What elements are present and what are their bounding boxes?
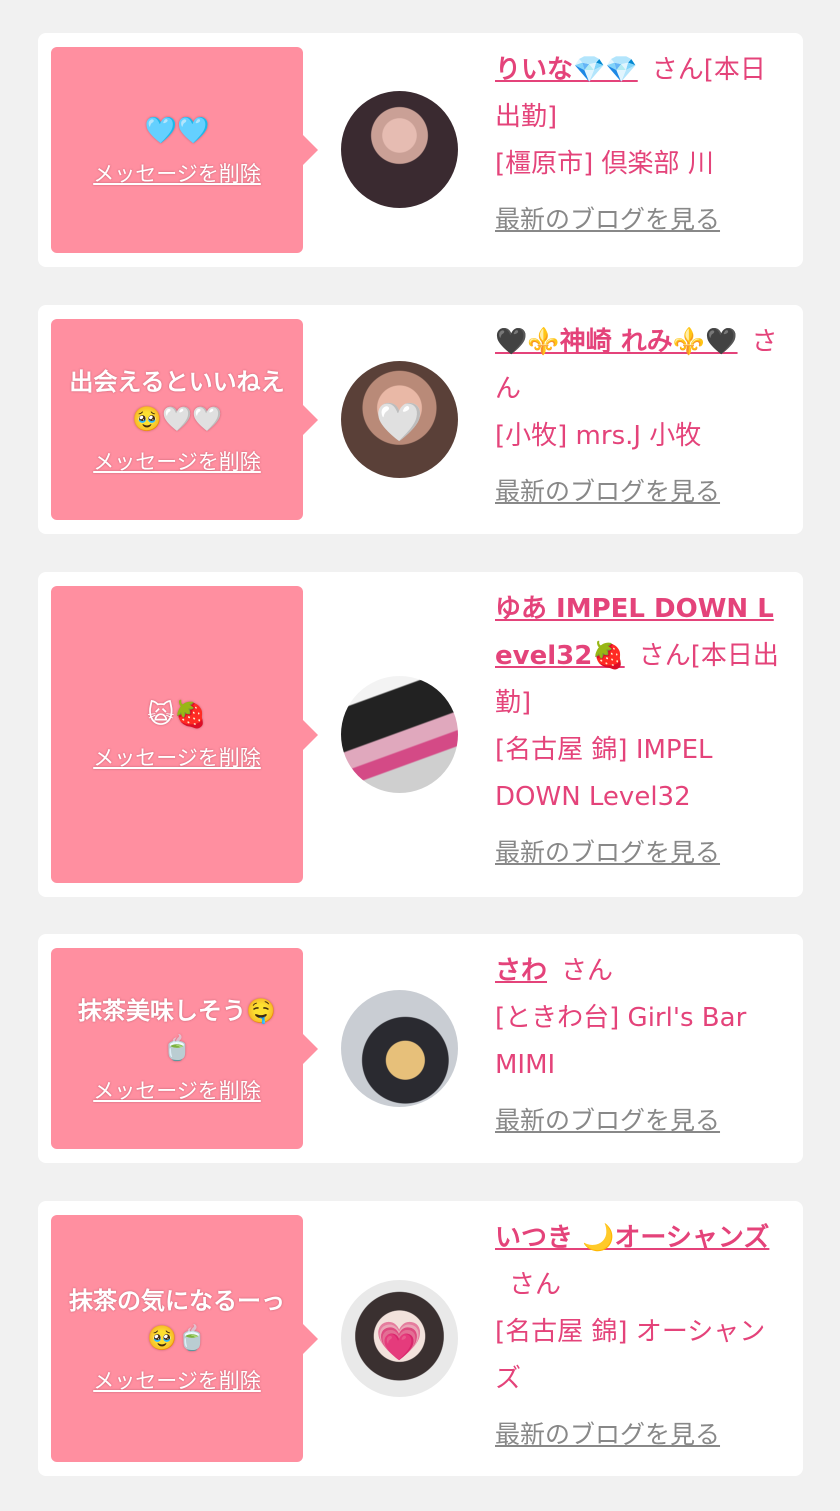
heart-sticker-icon: 🤍: [375, 399, 424, 444]
message-bubble: 抹茶の気になるーっ🥹🍵 メッセージを削除: [51, 1215, 318, 1462]
honorific-status: さん: [561, 956, 614, 986]
girl-name-link[interactable]: いつき 🌙オーシャンズ: [495, 1223, 769, 1253]
latest-blog-link[interactable]: 最新のブログを見る: [495, 1097, 720, 1144]
message-text: 🩵🩵: [144, 115, 210, 146]
avatar[interactable]: 🤍: [341, 361, 458, 478]
girl-info: 🖤⚜️神崎 れみ⚜️🖤 さん [小牧] mrs.J 小牧 最新のブログを見る: [495, 319, 789, 516]
message-list: 🩵🩵 メッセージを削除 りいな💎💎 さん[本日出勤] [橿原市] 倶楽部 川 最新…: [0, 0, 840, 1511]
shop-name: [橿原市] 倶楽部 川: [495, 149, 714, 179]
delete-message-link[interactable]: メッセージを削除: [93, 158, 261, 188]
latest-blog-link[interactable]: 最新のブログを見る: [495, 468, 720, 515]
message-card: 抹茶美味しそう🤤🍵 メッセージを削除 さわ さん [ときわ台] Girl's Ba…: [38, 934, 803, 1163]
message-bubble: 抹茶美味しそう🤤🍵 メッセージを削除: [51, 948, 318, 1149]
girl-name-link[interactable]: 🖤⚜️神崎 れみ⚜️🖤: [495, 327, 738, 357]
latest-blog-link[interactable]: 最新のブログを見る: [495, 1411, 720, 1458]
honorific-status: さん: [509, 1270, 562, 1300]
delete-message-link[interactable]: メッセージを削除: [93, 1365, 261, 1395]
message-bubble: 🙀🍓 メッセージを削除: [51, 586, 318, 883]
shop-name: [名古屋 錦] IMPEL DOWN Level32: [495, 735, 713, 812]
message-bubble: 出会えるといいねえ🥹🤍🤍 メッセージを削除: [51, 319, 318, 520]
shop-name: [ときわ台] Girl's Bar MIMI: [495, 1003, 747, 1080]
message-card: 抹茶の気になるーっ🥹🍵 メッセージを削除 💗 いつき 🌙オーシャンズさん [名古…: [38, 1201, 803, 1476]
girl-name-link[interactable]: さわ: [495, 956, 547, 986]
delete-message-link[interactable]: メッセージを削除: [93, 446, 261, 476]
message-bubble: 🩵🩵 メッセージを削除: [51, 47, 318, 253]
delete-message-link[interactable]: メッセージを削除: [93, 742, 261, 772]
girl-name-link[interactable]: りいな💎💎: [495, 55, 638, 85]
avatar[interactable]: [341, 676, 458, 793]
latest-blog-link[interactable]: 最新のブログを見る: [495, 196, 720, 243]
message-text: 出会えるといいねえ🥹🤍🤍: [69, 367, 285, 433]
heart-sticker-icon: 💗: [375, 1318, 424, 1363]
message-card: 🙀🍓 メッセージを削除 ゆあ IMPEL DOWN Level32🍓 さん[本日出…: [38, 572, 803, 897]
message-text: 抹茶美味しそう🤤🍵: [78, 996, 276, 1062]
shop-name: [小牧] mrs.J 小牧: [495, 421, 702, 451]
message-text: 抹茶の気になるーっ🥹🍵: [69, 1286, 285, 1352]
girl-info: いつき 🌙オーシャンズさん [名古屋 錦] オーシャンズ 最新のブログを見る: [495, 1215, 789, 1459]
avatar[interactable]: [341, 990, 458, 1107]
shop-name: [名古屋 錦] オーシャンズ: [495, 1317, 766, 1394]
girl-info: ゆあ IMPEL DOWN Level32🍓 さん[本日出勤] [名古屋 錦] I…: [495, 586, 789, 877]
avatar[interactable]: [341, 91, 458, 208]
avatar[interactable]: 💗: [341, 1280, 458, 1397]
latest-blog-link[interactable]: 最新のブログを見る: [495, 829, 720, 876]
message-card: 出会えるといいねえ🥹🤍🤍 メッセージを削除 🤍 🖤⚜️神崎 れみ⚜️🖤 さん [小…: [38, 305, 803, 534]
message-card: 🩵🩵 メッセージを削除 りいな💎💎 さん[本日出勤] [橿原市] 倶楽部 川 最新…: [38, 33, 803, 267]
girl-info: さわ さん [ときわ台] Girl's Bar MIMI 最新のブログを見る: [495, 948, 789, 1145]
girl-info: りいな💎💎 さん[本日出勤] [橿原市] 倶楽部 川 最新のブログを見る: [495, 47, 789, 244]
message-text: 🙀🍓: [147, 700, 207, 730]
delete-message-link[interactable]: メッセージを削除: [93, 1075, 261, 1105]
